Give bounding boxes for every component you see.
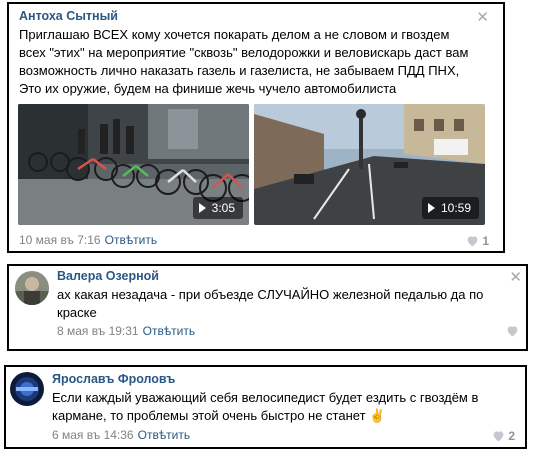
comment-meta: 10 мая въ 7:16 Отвѣтить: [19, 233, 157, 247]
heart-icon: [467, 236, 478, 247]
video-duration-badge: 3:05: [192, 197, 243, 219]
reply-link[interactable]: Отвѣтить: [105, 233, 158, 247]
comment-text-line: Если каждый уважающий себя велосипедист …: [52, 390, 479, 405]
comment-text-line: возможность лично наказать газель и газе…: [19, 63, 460, 78]
comment-date[interactable]: 6 мая въ 14:36: [52, 428, 134, 442]
comment-author[interactable]: Ярославъ Фроловъ: [52, 372, 175, 386]
video-duration: 10:59: [440, 201, 471, 215]
video-thumbnail-street[interactable]: 10:59: [254, 104, 485, 225]
comment-text-line: Приглашаю ВСЕХ кому хочется покарать дел…: [19, 27, 450, 42]
heart-icon: [507, 326, 518, 337]
avatar[interactable]: [15, 271, 49, 305]
comment-text: ах какая незадача - при объезде СЛУЧАЙНО…: [57, 286, 483, 322]
comment-1: Антоха Сытный ✕ Приглашаю ВСЕХ кому хоче…: [7, 2, 505, 253]
like-count: 1: [482, 234, 489, 248]
like-button[interactable]: [506, 325, 522, 337]
comment-3: Ярославъ Фроловъ Если каждый уважающий с…: [4, 365, 527, 449]
close-icon[interactable]: ✕: [476, 10, 489, 25]
reply-link[interactable]: Отвѣтить: [143, 324, 196, 338]
comment-date[interactable]: 8 мая въ 19:31: [57, 324, 139, 338]
comment-text-line: Это их оружие, будем на финише жечь чуче…: [19, 81, 397, 96]
like-count: 2: [508, 429, 515, 443]
close-icon[interactable]: ✕: [509, 270, 522, 285]
comment-meta: 8 мая въ 19:31 Отвѣтить: [57, 324, 195, 338]
comment-text: Если каждый уважающий себя велосипедист …: [52, 389, 478, 425]
comment-text-line: всех "этих" на мероприятие "сквозь" вело…: [19, 45, 469, 60]
comment-date[interactable]: 10 мая въ 7:16: [19, 233, 101, 247]
avatar-image: [15, 271, 49, 305]
avatar[interactable]: [10, 372, 44, 406]
comment-meta: 6 мая въ 14:36 Отвѣтить: [52, 428, 190, 442]
video-duration-badge: 10:59: [421, 197, 479, 219]
play-icon: [198, 203, 206, 213]
comment-text: Приглашаю ВСЕХ кому хочется покарать дел…: [19, 26, 468, 98]
like-button[interactable]: 1: [466, 234, 489, 248]
play-icon: [427, 203, 435, 213]
avatar-image: [10, 372, 44, 406]
video-thumbnail-bikes[interactable]: 3:05: [18, 104, 249, 225]
reply-link[interactable]: Отвѣтить: [138, 428, 191, 442]
like-button[interactable]: 2: [492, 429, 515, 443]
comment-text-line: кармане, то проблемы этой очень быстро н…: [52, 408, 386, 423]
comment-2: Валера Озерной ✕ ах какая незадача - при…: [7, 264, 528, 351]
heart-icon: [493, 431, 504, 442]
comment-author[interactable]: Валера Озерной: [57, 269, 159, 283]
video-duration: 3:05: [211, 201, 235, 215]
comment-text-line: краске: [57, 305, 97, 320]
comment-author[interactable]: Антоха Сытный: [19, 9, 118, 23]
comment-text-line: ах какая незадача - при объезде СЛУЧАЙНО…: [57, 287, 484, 302]
